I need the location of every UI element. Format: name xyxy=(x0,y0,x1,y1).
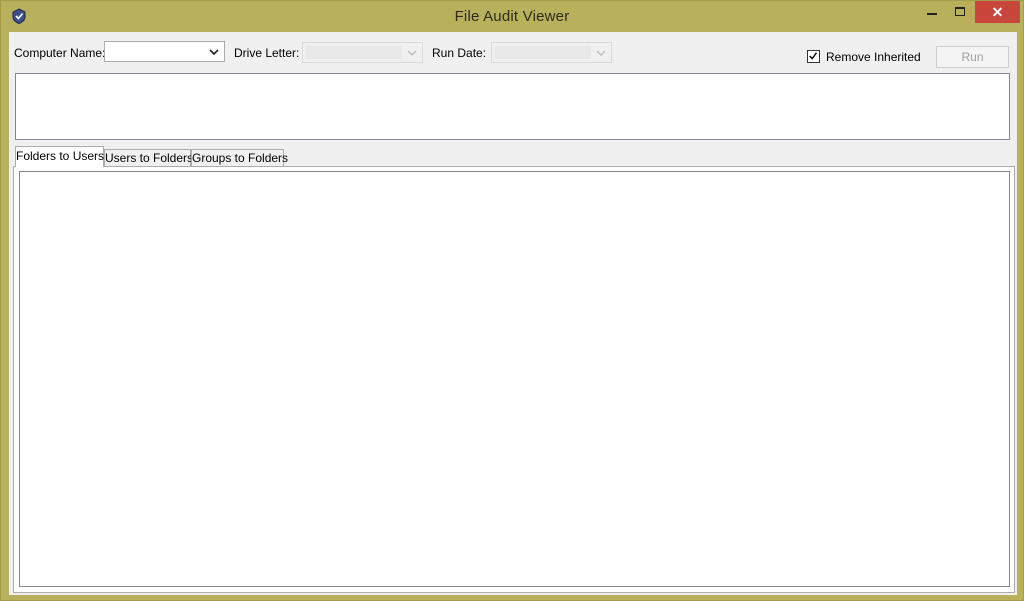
window-title: File Audit Viewer xyxy=(454,8,570,25)
drive-letter-combo[interactable] xyxy=(302,42,423,63)
close-button[interactable]: ✕ xyxy=(975,1,1020,23)
remove-inherited-checkbox[interactable] xyxy=(807,50,820,63)
tab-panel xyxy=(13,166,1015,593)
drive-letter-label: Drive Letter: xyxy=(234,46,300,60)
app-window: File Audit Viewer ✕ Computer Name: Drive… xyxy=(0,0,1024,601)
maximize-icon xyxy=(955,7,965,16)
client-area: Computer Name: Drive Letter: Run Date: R… xyxy=(9,32,1017,595)
computer-name-label: Computer Name: xyxy=(14,46,106,60)
maximize-button[interactable] xyxy=(946,1,974,23)
run-button[interactable]: Run xyxy=(936,46,1009,68)
tab-folders-to-users[interactable]: Folders to Users xyxy=(15,146,104,167)
run-date-combo[interactable] xyxy=(491,42,612,63)
title-bar[interactable]: File Audit Viewer ✕ xyxy=(1,1,1023,31)
close-icon: ✕ xyxy=(991,4,1004,20)
chevron-down-icon xyxy=(596,50,606,56)
chevron-down-icon xyxy=(407,50,417,56)
checkmark-icon xyxy=(809,52,818,60)
computer-name-combo[interactable] xyxy=(104,41,225,62)
run-date-label: Run Date: xyxy=(432,46,487,60)
remove-inherited-label[interactable]: Remove Inherited xyxy=(826,50,921,64)
minimize-button[interactable] xyxy=(918,1,946,23)
chevron-down-icon xyxy=(209,49,219,56)
output-text-area[interactable] xyxy=(15,73,1010,140)
minimize-icon xyxy=(927,13,937,15)
results-list[interactable] xyxy=(19,171,1010,587)
